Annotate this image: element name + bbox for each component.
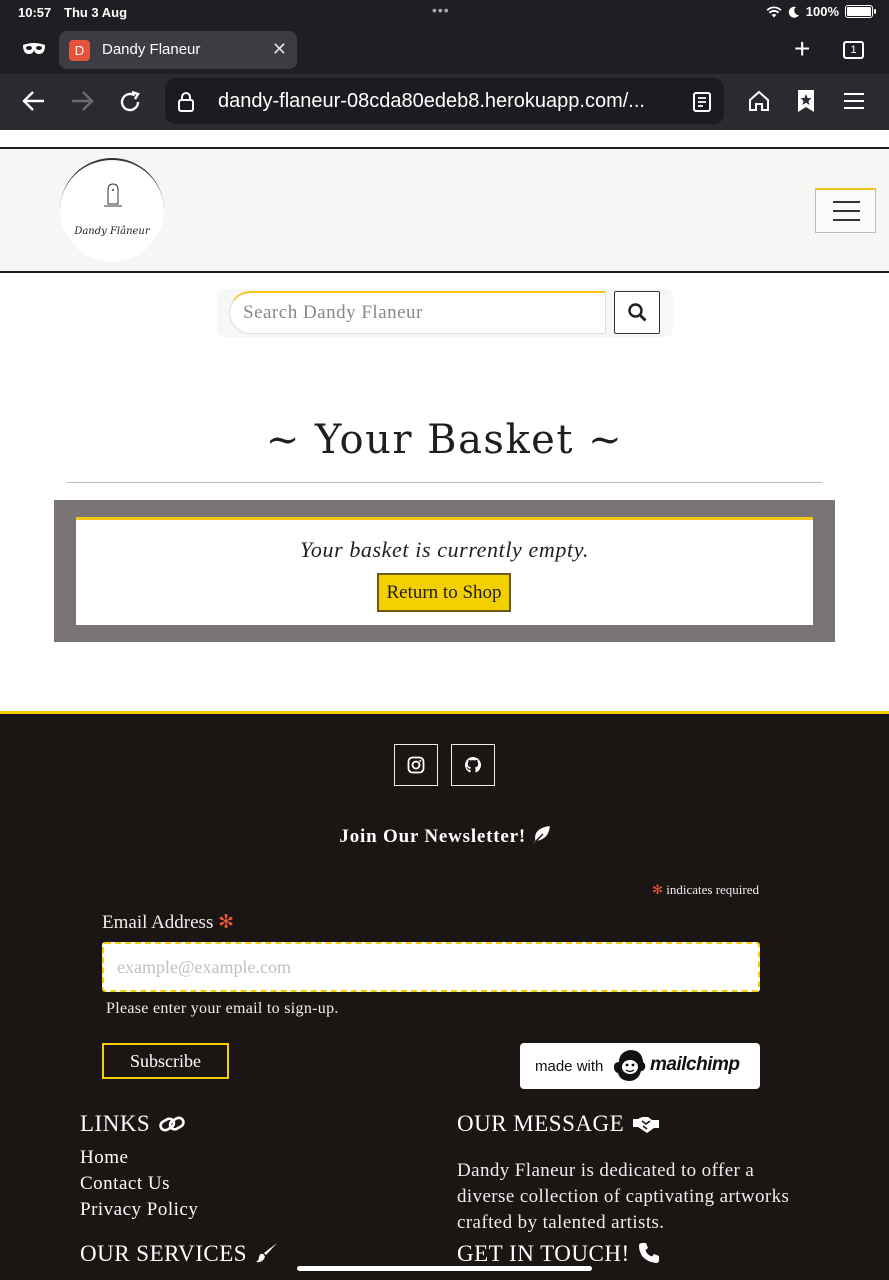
bookmark-star-icon[interactable] [794, 88, 818, 114]
battery-icon [845, 5, 876, 18]
browser-nav-row: dandy-flaneur-08cda80edeb8.herokuapp.com… [0, 74, 889, 130]
hamburger-menu-button[interactable] [815, 188, 876, 233]
message-heading: OUR MESSAGE [457, 1111, 660, 1137]
top-hat-icon [104, 183, 122, 207]
footer-link-contact[interactable]: Contact Us [80, 1173, 170, 1195]
logo-text: Dandy Flâneur [74, 226, 150, 237]
forward-arrow-icon[interactable] [70, 90, 94, 112]
contact-heading-text: GET IN TOUCH! [457, 1241, 630, 1266]
instagram-icon [407, 756, 425, 774]
status-time: 10:57 [18, 5, 52, 20]
url-bar[interactable]: dandy-flaneur-08cda80edeb8.herokuapp.com… [165, 78, 724, 124]
services-heading: OUR SERVICES [80, 1241, 279, 1267]
multitasking-dots-icon[interactable]: ••• [432, 2, 450, 18]
newsletter-heading: Join Our Newsletter! [0, 826, 889, 848]
new-tab-icon[interactable]: + [794, 35, 810, 63]
return-to-shop-button[interactable]: Return to Shop [377, 573, 511, 612]
browser-tab[interactable]: D Dandy Flaneur ✕ [59, 31, 297, 69]
site-logo[interactable]: Dandy Flâneur [60, 158, 164, 262]
subscribe-button[interactable]: Subscribe [102, 1043, 229, 1079]
message-text: Dandy Flaneur is dedicated to offer a di… [457, 1160, 790, 1233]
status-bar: 10:57 Thu 3 Aug ••• 100% [0, 0, 889, 26]
url-text[interactable]: dandy-flaneur-08cda80edeb8.herokuapp.com… [218, 90, 668, 113]
reader-view-icon[interactable] [693, 92, 711, 112]
title-divider [67, 482, 822, 483]
wifi-icon [766, 5, 782, 17]
links-heading-text: LINKS [80, 1111, 151, 1136]
search-form [217, 289, 673, 337]
required-note: ✻ indicates required [652, 882, 759, 898]
mailchimp-badge[interactable]: made with mailchimp [520, 1043, 760, 1089]
back-arrow-icon[interactable] [22, 90, 46, 112]
feather-icon [532, 826, 550, 844]
paintbrush-icon [256, 1243, 278, 1263]
site-header: Dandy Flâneur [0, 147, 889, 273]
tab-count-icon[interactable]: 1 [843, 41, 864, 59]
home-icon[interactable] [747, 89, 771, 113]
contact-heading: GET IN TOUCH! [457, 1241, 660, 1267]
tab-close-icon[interactable]: ✕ [272, 39, 287, 60]
moon-icon [788, 6, 799, 18]
battery-percent: 100% [805, 4, 839, 19]
menu-icon[interactable] [843, 92, 865, 110]
github-icon [464, 757, 482, 773]
newsletter-title: Join Our Newsletter! [339, 826, 527, 847]
tab-favicon: D [69, 40, 90, 61]
tab-title: Dandy Flaneur [102, 41, 201, 58]
email-label-text: Email Address [102, 912, 214, 933]
email-required-asterisk: ✻ [218, 912, 235, 933]
search-input[interactable] [229, 291, 606, 334]
status-date: Thu 3 Aug [64, 5, 128, 20]
page-title: ~ Your Basket ~ [265, 417, 624, 463]
site-footer: Join Our Newsletter! ✻ indicates require… [0, 711, 889, 1280]
search-button[interactable] [614, 291, 660, 334]
browser-tab-row: D Dandy Flaneur ✕ + 1 [0, 26, 889, 74]
basket-empty-card: Your basket is currently empty. Return t… [76, 517, 813, 625]
required-note-text: indicates required [666, 882, 759, 897]
reload-icon[interactable] [118, 90, 142, 114]
links-heading: LINKS [80, 1111, 186, 1137]
link-chain-icon [159, 1116, 186, 1132]
status-indicators: 100% [766, 4, 876, 19]
empty-basket-message: Your basket is currently empty. [300, 537, 589, 562]
footer-link-home[interactable]: Home [80, 1147, 128, 1169]
message-heading-text: OUR MESSAGE [457, 1111, 625, 1136]
email-field[interactable] [102, 942, 760, 992]
email-help-text: Please enter your email to sign-up. [106, 1000, 339, 1017]
instagram-link[interactable] [394, 744, 438, 786]
basket-panel: Your basket is currently empty. Return t… [54, 500, 835, 642]
search-icon [628, 303, 647, 322]
github-link[interactable] [451, 744, 495, 786]
email-label: Email Address ✻ [102, 911, 234, 934]
private-mask-icon[interactable] [22, 41, 46, 57]
footer-link-privacy[interactable]: Privacy Policy [80, 1199, 198, 1221]
required-asterisk: ✻ [652, 882, 663, 897]
phone-icon [638, 1243, 659, 1263]
lock-icon [178, 92, 194, 112]
mailchimp-wordmark: mailchimp [650, 1054, 740, 1075]
home-indicator[interactable] [297, 1266, 592, 1271]
mailchimp-made-with: made with [535, 1058, 604, 1075]
mailchimp-freddie-icon [614, 1050, 646, 1081]
handshake-icon [633, 1117, 660, 1133]
services-heading-text: OUR SERVICES [80, 1241, 248, 1266]
